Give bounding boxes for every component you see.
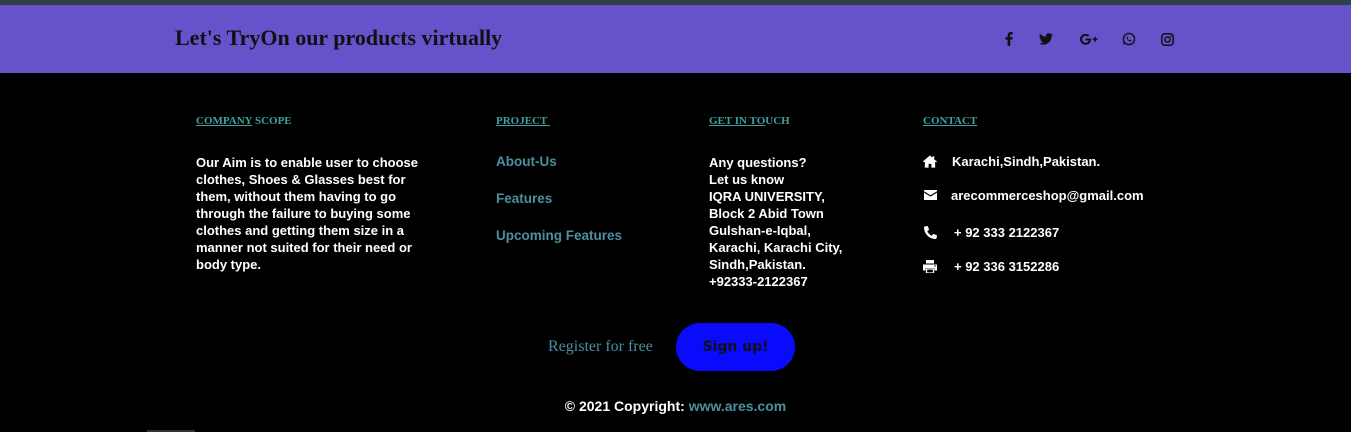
copyright: © 2021 Copyright: www.ares.com: [0, 398, 1351, 414]
phone-text: + 92 333 2122367: [954, 224, 1060, 240]
project-heading: PROJECT: [496, 115, 548, 127]
fax-text: + 92 336 3152286: [954, 258, 1060, 274]
print-icon: [923, 259, 937, 273]
google-plus-icon[interactable]: [1078, 31, 1100, 47]
email-text: arecommerceshop@gmail.com: [951, 187, 1144, 203]
about-us-link[interactable]: About-Us: [496, 154, 557, 169]
banner-title: Let's TryOn our products virtually: [175, 25, 503, 50]
company-scope-heading: COMPANY SCOPE: [196, 115, 292, 127]
twitter-icon[interactable]: [1036, 31, 1056, 47]
sign-up-button[interactable]: Sign up!: [676, 323, 795, 371]
register-for-free-text: Register for free: [548, 338, 653, 355]
get-in-touch-text: Any questions? Let us know IQRA UNIVERSI…: [709, 154, 859, 290]
touch-line: Sindh,Pakistan.: [709, 257, 806, 272]
contact-heading: CONTACT: [923, 115, 978, 127]
touch-line: Block 2 Abid Town: [709, 206, 824, 221]
upcoming-features-link[interactable]: Upcoming Features: [496, 228, 622, 243]
touch-line: Any questions?: [709, 155, 807, 170]
touch-line: Karachi, Karachi City,: [709, 240, 843, 255]
envelope-icon: [923, 188, 937, 202]
contact-address: Karachi,Sindh,Pakistan.: [923, 153, 1100, 169]
features-link[interactable]: Features: [496, 191, 552, 206]
facebook-icon[interactable]: [999, 31, 1019, 47]
whatsapp-icon[interactable]: [1119, 31, 1139, 47]
touch-line: +92333-2122367: [709, 274, 808, 289]
get-in-touch-heading: GET IN TOUCH: [709, 115, 790, 127]
site-link[interactable]: www.ares.com: [689, 398, 787, 414]
touch-line: Gulshan-e-Iqbal,: [709, 223, 811, 238]
touch-line: Let us know: [709, 172, 785, 187]
instagram-icon[interactable]: [1157, 31, 1177, 47]
company-about-text: Our Aim is to enable user to choose clot…: [196, 155, 419, 272]
home-icon: [923, 154, 937, 168]
copyright-text: © 2021 Copyright:: [564, 398, 689, 414]
tryon-banner: Let's TryOn our products virtually: [0, 5, 1351, 73]
contact-email: arecommerceshop@gmail.com: [923, 187, 1144, 203]
contact-fax: + 92 336 3152286: [923, 258, 1059, 274]
address-text: Karachi,Sindh,Pakistan.: [952, 153, 1101, 169]
phone-icon: [923, 225, 937, 239]
contact-phone: + 92 333 2122367: [923, 224, 1059, 240]
touch-line: IQRA UNIVERSITY,: [709, 189, 825, 204]
